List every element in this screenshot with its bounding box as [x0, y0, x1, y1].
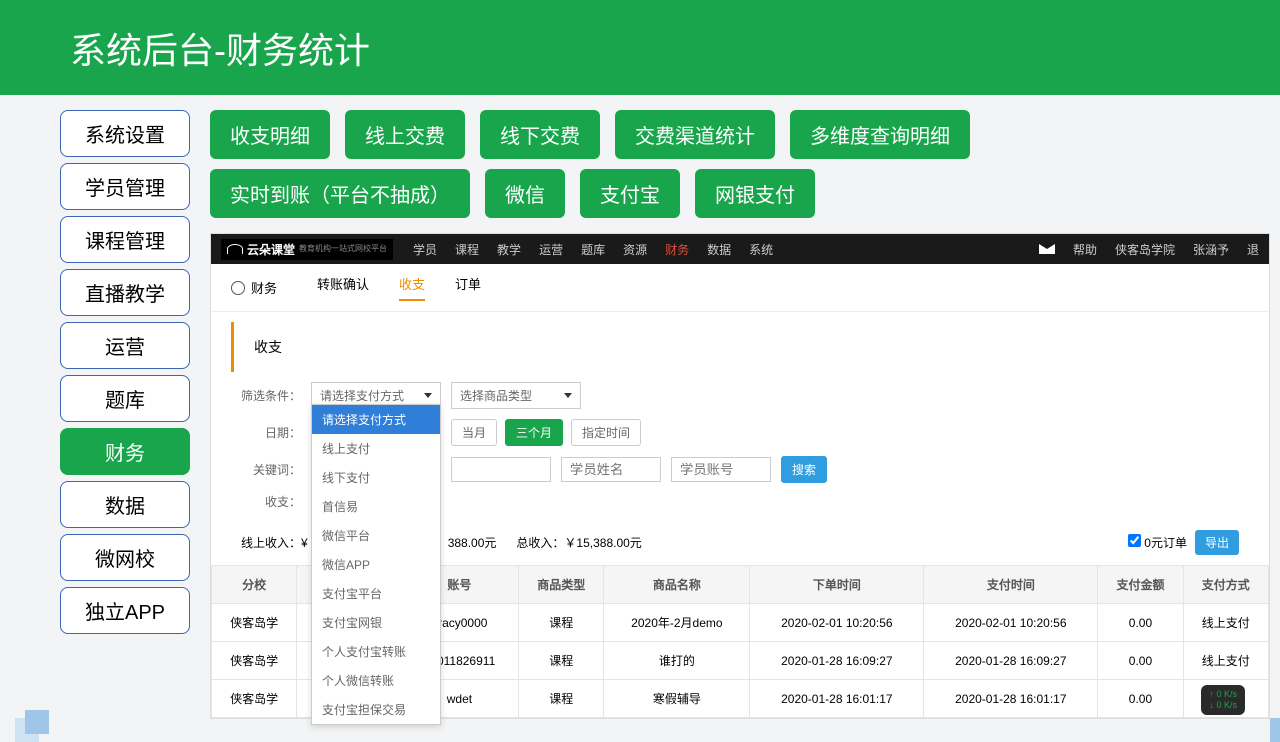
sidebar-item-8[interactable]: 微网校 [60, 534, 190, 581]
keyword-input-1[interactable] [451, 457, 551, 482]
table-header: 商品名称 [604, 566, 750, 604]
app-screenshot: 云朵课堂 教育机构一站式网校平台 学员课程教学运营题库资源财务数据系统 帮助 侠… [210, 233, 1270, 719]
logout-link[interactable]: 退 [1247, 241, 1259, 258]
feature-tag[interactable]: 线上交费 [345, 110, 465, 159]
help-link[interactable]: 帮助 [1073, 241, 1097, 258]
dropdown-option[interactable]: 线下支付 [312, 463, 440, 492]
total-income: ￥15,388.00元 [564, 536, 641, 550]
logo-sub: 教育机构一站式网校平台 [299, 245, 387, 253]
table-header: 分校 [212, 566, 297, 604]
sidebar-item-1[interactable]: 学员管理 [60, 163, 190, 210]
sub-bar: 财务 转账确认 收支 订单 [211, 264, 1269, 312]
date-label: 日期： [241, 424, 301, 441]
online-income-prefix: 线上收入：¥ [241, 536, 308, 550]
sub-tab[interactable]: 收支 [399, 274, 425, 301]
feature-tag[interactable]: 微信 [485, 169, 565, 218]
side-nav: 系统设置学员管理课程管理直播教学运营题库财务数据微网校独立APP [60, 110, 190, 719]
chevron-down-icon [424, 393, 432, 398]
page-title: 系统后台-财务统计 [70, 22, 370, 74]
section-title: 收支 [231, 322, 1269, 372]
app-menu-item[interactable]: 教学 [497, 241, 521, 258]
mail-icon[interactable] [1039, 244, 1055, 254]
table-header: 商品类型 [519, 566, 604, 604]
dropdown-option[interactable]: 个人支付宝转账 [312, 637, 440, 666]
dropdown-option[interactable]: 线上支付 [312, 434, 440, 463]
dropdown-option[interactable]: 个人微信转账 [312, 666, 440, 695]
feature-tag[interactable]: 收支明细 [210, 110, 330, 159]
sub-title: 财务 [251, 278, 277, 297]
table-header: 支付时间 [924, 566, 1098, 604]
date-range-button[interactable]: 指定时间 [571, 419, 641, 446]
feature-tag[interactable]: 实时到账（平台不抽成） [210, 169, 470, 218]
app-menu-item[interactable]: 学员 [413, 241, 437, 258]
student-account-input[interactable] [671, 457, 771, 482]
export-button[interactable]: 导出 [1195, 530, 1239, 555]
sidebar-item-2[interactable]: 课程管理 [60, 216, 190, 263]
table-header: 支付方式 [1183, 566, 1268, 604]
app-menu-item[interactable]: 课程 [455, 241, 479, 258]
app-menu-item[interactable]: 财务 [665, 241, 689, 258]
keyword-label: 关键词： [241, 461, 301, 478]
sub-tabs: 转账确认 收支 订单 [317, 274, 481, 301]
app-menu: 学员 课程 教学 运营 题库 资源 财务 数据 系统 [413, 241, 773, 258]
sidebar-item-5[interactable]: 题库 [60, 375, 190, 422]
date-range-button[interactable]: 三个月 [505, 419, 563, 446]
feature-tag[interactable]: 多维度查询明细 [790, 110, 970, 159]
app-topbar: 云朵课堂 教育机构一站式网校平台 学员 课程 教学 运营 题库 资源 财务 数据 系统 帮助 侠… [211, 234, 1269, 264]
feature-tag[interactable]: 交费渠道统计 [615, 110, 775, 159]
feature-tag[interactable]: 支付宝 [580, 169, 680, 218]
network-widget: ↑ 0 K/s ↓ 0 K/s [1201, 685, 1245, 715]
chevron-down-icon [564, 393, 572, 398]
logo-text: 云朵课堂 [247, 241, 295, 258]
table-header: 支付金额 [1098, 566, 1183, 604]
user-name[interactable]: 张涵予 [1193, 241, 1229, 258]
zero-order-checkbox[interactable]: 0元订单 [1128, 534, 1187, 551]
cloud-icon [227, 244, 243, 254]
app-menu-item[interactable]: 数据 [707, 241, 731, 258]
search-button[interactable]: 搜索 [781, 456, 827, 483]
dropdown-option[interactable]: 微信平台 [312, 521, 440, 550]
dropdown-option[interactable]: 支付宝网银 [312, 608, 440, 637]
dropdown-option[interactable]: 请选择支付方式 [312, 405, 440, 434]
sidebar-item-9[interactable]: 独立APP [60, 587, 190, 634]
sub-tab[interactable]: 订单 [455, 274, 481, 301]
sidebar-item-7[interactable]: 数据 [60, 481, 190, 528]
payment-dropdown: 请选择支付方式线上支付线下支付首信易微信平台微信APP支付宝平台支付宝网银个人支… [311, 404, 441, 725]
sub-tab[interactable]: 转账确认 [317, 274, 369, 301]
app-logo[interactable]: 云朵课堂 教育机构一站式网校平台 [221, 239, 393, 260]
school-name: 侠客岛学院 [1115, 241, 1175, 258]
sidebar-item-0[interactable]: 系统设置 [60, 110, 190, 157]
feature-tags: 收支明细线上交费线下交费交费渠道统计多维度查询明细 实时到账（平台不抽成） 微信支… [210, 110, 1280, 218]
title-bar: 系统后台-财务统计 [0, 0, 1280, 95]
filter-label: 筛选条件： [241, 387, 301, 404]
app-menu-item[interactable]: 系统 [749, 241, 773, 258]
student-name-input[interactable] [561, 457, 661, 482]
date-range-button[interactable]: 当月 [451, 419, 497, 446]
sidebar-item-6[interactable]: 财务 [60, 428, 190, 475]
sidebar-item-4[interactable]: 运营 [60, 322, 190, 369]
income-mid: 388.00元 [448, 534, 497, 551]
product-type-select[interactable]: 选择商品类型 [451, 382, 581, 409]
feature-tag[interactable]: 线下交费 [480, 110, 600, 159]
sidebar-item-3[interactable]: 直播教学 [60, 269, 190, 316]
filters: 筛选条件： 请选择支付方式 选择商品类型 请选择支付方式线上支付线下支付首信易微… [211, 382, 1269, 510]
table-header: 下单时间 [750, 566, 924, 604]
balance-label: 收支： [241, 493, 301, 510]
feature-tag[interactable]: 网银支付 [695, 169, 815, 218]
dropdown-option[interactable]: 微信APP [312, 550, 440, 579]
person-icon [231, 281, 245, 295]
dropdown-option[interactable]: 首信易 [312, 492, 440, 521]
app-menu-item[interactable]: 题库 [581, 241, 605, 258]
dropdown-option[interactable]: 支付宝平台 [312, 579, 440, 608]
app-menu-item[interactable]: 运营 [539, 241, 563, 258]
app-menu-item[interactable]: 资源 [623, 241, 647, 258]
